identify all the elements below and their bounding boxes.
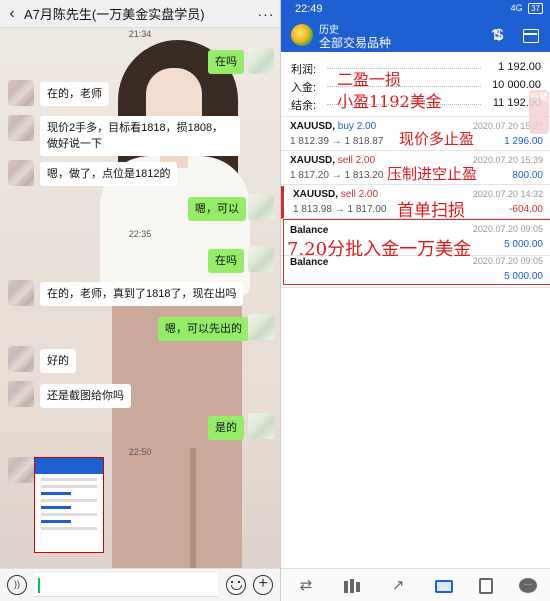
status-bar: 22:49 4G 37 xyxy=(281,0,550,18)
contact-avatar[interactable] xyxy=(8,160,34,186)
chat-input-bar: )) + xyxy=(0,568,280,601)
message-bubble-sent[interactable]: 在吗 xyxy=(208,249,244,273)
trading-history-screen: 22:49 4G 37 历史 全部交易品种 $ ⇅ 利润: 1 192.00 入… xyxy=(280,0,550,601)
annotation-text: 小盈1192美金 xyxy=(337,92,442,111)
thumbnail-line xyxy=(41,513,97,516)
thumbnail-line xyxy=(41,499,97,502)
message-bubble-sent[interactable]: 在吗 xyxy=(208,50,244,74)
screenshot-image-thumbnail[interactable] xyxy=(34,457,104,553)
message-bubble-received[interactable]: 还是截图给你吗 xyxy=(40,384,131,408)
my-avatar[interactable] xyxy=(248,314,274,340)
annotation-text: 现价多止盈 xyxy=(399,130,475,148)
contact-avatar[interactable] xyxy=(8,381,34,407)
contact-avatar[interactable] xyxy=(8,280,34,306)
status-indicators: 4G 37 xyxy=(511,3,543,14)
message-input[interactable] xyxy=(34,573,218,597)
summary-label: 入金: xyxy=(291,82,317,94)
chat-title: A7月陈先生(一万美金实盘学员) xyxy=(24,7,205,22)
annotation-text: 7.20分批入金一万美金 xyxy=(287,239,472,260)
chat-timestamp: 21:34 xyxy=(128,29,152,39)
trade-datetime: 2020.07.20 14:32 xyxy=(472,189,543,199)
network-type: 4G xyxy=(510,3,523,13)
watermark-stamp: 白鹭 xyxy=(529,90,549,134)
annotation-text: 二盈一损 xyxy=(337,70,402,89)
trade-profit: 800.00 xyxy=(512,170,543,181)
contact-avatar[interactable] xyxy=(8,80,34,106)
chat-timestamp: 22:35 xyxy=(128,229,152,239)
emoji-icon[interactable] xyxy=(226,575,246,595)
chat-screen: ‹ A7月陈先生(一万美金实盘学员) ··· 21:34 在吗 在的，老师 现价… xyxy=(0,0,280,601)
chart-candles-icon[interactable] xyxy=(341,575,363,597)
quotes-icon[interactable]: ⇄ xyxy=(295,575,317,597)
my-avatar[interactable] xyxy=(248,413,274,439)
summary-label: 利润: xyxy=(291,64,317,76)
message-bubble-sent[interactable]: 是的 xyxy=(208,416,244,440)
photo-skirt-slit xyxy=(190,448,196,568)
bottom-navigation: ⇄ ↗ ··· xyxy=(281,568,550,601)
sort-icon[interactable]: ⇅ xyxy=(487,26,507,46)
summary-value: 1 192.00 xyxy=(498,61,541,73)
thumbnail-line xyxy=(41,506,71,509)
message-bubble-sent[interactable]: 嗯，可以先出的 xyxy=(158,317,249,341)
thumbnail-header xyxy=(35,458,103,474)
thumbnail-line xyxy=(41,485,97,488)
battery-icon: 37 xyxy=(528,3,543,14)
text-cursor xyxy=(38,578,40,593)
calendar-icon[interactable] xyxy=(521,26,541,46)
trade-direction: sell 2.00 xyxy=(340,189,379,200)
contact-avatar[interactable] xyxy=(8,457,34,483)
trade-prices: 1 812.39 → 1 818.87 xyxy=(290,136,384,147)
message-bubble-received[interactable]: 嗯，做了，点位是1812的 xyxy=(40,162,178,186)
thumbnail-line xyxy=(41,492,71,495)
voice-input-icon[interactable]: )) xyxy=(7,575,27,595)
plus-icon[interactable]: + xyxy=(253,575,273,595)
trade-icon[interactable]: ↗ xyxy=(387,575,409,597)
trade-prices: 1 813.98 → 1 817.00 xyxy=(293,204,387,215)
trade-profit: 1 296.00 xyxy=(504,136,543,147)
toolbar-title[interactable]: 全部交易品种 xyxy=(319,34,391,51)
my-avatar[interactable] xyxy=(248,194,274,220)
contact-avatar[interactable] xyxy=(8,115,34,141)
trade-symbol: XAUUSD, sell 2.00 xyxy=(293,189,379,200)
summary-label: 结余: xyxy=(291,100,317,112)
app-toolbar: 历史 全部交易品种 $ ⇅ xyxy=(281,18,550,52)
thumbnail-line xyxy=(41,527,97,530)
trade-direction: sell 2.00 xyxy=(337,155,376,166)
annotation-text: 压制进空止盈 xyxy=(387,165,478,183)
contact-avatar[interactable] xyxy=(8,346,34,372)
trade-prices: 1 817.20 → 1 813.20 xyxy=(290,170,384,181)
chat-timestamp: 22:50 xyxy=(128,447,152,457)
messages-icon[interactable]: ··· xyxy=(517,575,539,597)
thumbnail-line xyxy=(41,478,97,481)
annotation-text: 首单扫损 xyxy=(397,201,465,221)
summary-profit-row: 利润: 1 192.00 xyxy=(291,58,541,78)
my-avatar[interactable] xyxy=(248,48,274,74)
message-bubble-sent[interactable]: 嗯，可以 xyxy=(188,197,246,221)
back-arrow-icon[interactable]: ‹ xyxy=(0,5,24,23)
chat-header: ‹ A7月陈先生(一万美金实盘学员) ··· xyxy=(0,0,280,28)
app-logo-icon[interactable] xyxy=(291,24,313,46)
trade-symbol: XAUUSD, buy 2.00 xyxy=(290,121,377,132)
trade-direction: buy 2.00 xyxy=(337,121,377,132)
status-clock: 22:49 xyxy=(295,3,323,15)
trade-datetime: 2020.07.20 15:39 xyxy=(472,155,543,165)
trade-profit: -604.00 xyxy=(509,204,543,215)
divider xyxy=(281,116,550,117)
history-tray-icon[interactable] xyxy=(433,575,455,597)
message-bubble-received[interactable]: 在的，老师 xyxy=(40,82,109,106)
message-bubble-received[interactable]: 在的，老师，真到了1818了，现在出吗 xyxy=(40,282,244,306)
thumbnail-line xyxy=(41,520,71,523)
more-options-icon[interactable]: ··· xyxy=(252,6,280,22)
message-bubble-received[interactable]: 好的 xyxy=(40,349,76,373)
my-avatar[interactable] xyxy=(248,246,274,272)
news-icon[interactable] xyxy=(475,575,497,597)
trade-symbol: XAUUSD, sell 2.00 xyxy=(290,155,376,166)
message-bubble-received[interactable]: 现价2手多，目标看1818，损1808，做好说一下 xyxy=(40,116,240,156)
